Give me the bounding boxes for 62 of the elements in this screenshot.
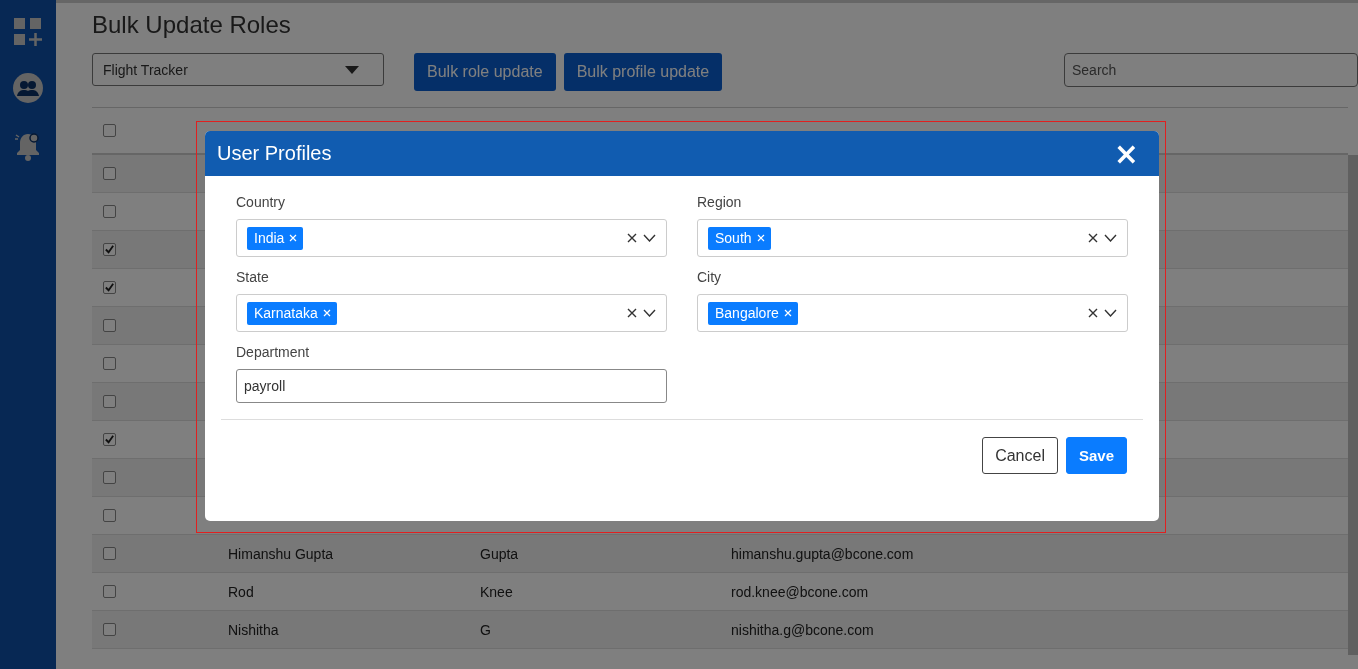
row-checkbox[interactable] [103,471,116,484]
users-icon[interactable] [13,73,43,103]
multiselect-field[interactable]: India [236,219,667,257]
field-label: State [236,269,270,285]
table-cell: Rod [228,583,254,600]
remove-icon[interactable] [322,308,331,317]
field-label: Department [236,344,311,360]
row-checkbox[interactable] [103,395,116,408]
table-cell: Himanshu Gupta [228,545,334,562]
field-label: Country [236,194,287,210]
department-field[interactable]: payroll [236,369,667,403]
row-checkbox[interactable] [103,281,116,294]
select-all-checkbox[interactable] [103,124,116,137]
table-cell: Knee [480,583,513,600]
remove-icon[interactable] [289,233,298,242]
table-cell: Nishitha [228,621,279,638]
clear-icon[interactable] [627,308,637,318]
row-checkbox[interactable] [103,433,116,446]
row-checkbox[interactable] [103,585,116,598]
row-checkbox[interactable] [103,357,116,370]
caret-icon [345,65,359,74]
field-label: Region [697,194,743,210]
row-checkbox[interactable] [103,319,116,332]
chevron-down-icon[interactable] [1104,234,1117,242]
table-cell: rod.knee@bcone.com [731,583,869,600]
toolbar-button[interactable]: Bulk profile update [563,53,723,91]
dialog-title: User Profiles [217,142,332,165]
clear-icon[interactable] [1088,233,1098,243]
app-select[interactable]: Flight Tracker [92,53,384,86]
remove-icon[interactable] [756,233,765,242]
search-field[interactable]: Search [1064,53,1358,87]
multiselect-field[interactable]: Bangalore [697,294,1128,332]
row-checkbox[interactable] [103,205,116,218]
row-checkbox[interactable] [103,243,116,256]
row-checkbox[interactable] [103,547,116,560]
row-checkbox[interactable] [103,167,116,180]
selected-tag[interactable]: Bangalore [708,301,798,325]
clear-icon[interactable] [1088,308,1098,318]
row-checkbox[interactable] [103,509,116,522]
multiselect-field[interactable]: South [697,219,1128,257]
selected-tag[interactable]: India [247,226,304,250]
clear-icon[interactable] [627,233,637,243]
row-checkbox[interactable] [103,623,116,636]
table-cell: himanshu.gupta@bcone.com [731,545,914,562]
selected-tag[interactable]: South [708,226,771,250]
table-cell: Gupta [480,545,519,562]
dialog-button[interactable]: Cancel [982,437,1058,474]
field-label: City [697,269,723,285]
selected-tag[interactable]: Karnataka [247,301,337,325]
dialog-button[interactable]: Save [1065,437,1127,474]
table-cell: nishitha.g@bcone.com [731,621,874,638]
toolbar-button[interactable]: Bulk role update [414,53,556,91]
page-title: Bulk Update Roles [92,11,292,39]
add-widget-icon[interactable] [13,17,43,47]
scrollbar[interactable] [1348,155,1358,655]
multiselect-field[interactable]: Karnataka [236,294,667,332]
close-button[interactable]: × [1113,138,1139,169]
chevron-down-icon[interactable] [643,309,656,317]
remove-icon[interactable] [783,308,792,317]
table-cell: G [480,621,491,638]
chevron-down-icon[interactable] [1104,309,1117,317]
chevron-down-icon[interactable] [643,234,656,242]
